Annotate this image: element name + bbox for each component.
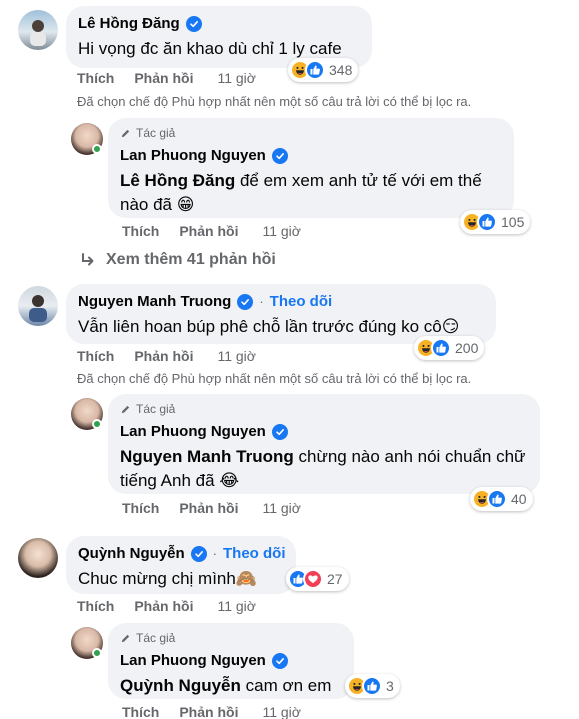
- pen-icon: [120, 633, 131, 644]
- more-replies-label: Xem thêm 41 phản hồi: [106, 251, 276, 268]
- like-icon: [431, 338, 451, 358]
- more-replies-link[interactable]: Xem thêm 41 phản hồi: [80, 251, 276, 269]
- verified-badge-icon: [190, 545, 207, 562]
- reaction-count: 27: [327, 571, 343, 587]
- reply-bubble: Tác giả Lan Phuong Nguyen Nguyen Manh Tr…: [108, 394, 540, 494]
- reaction-summary[interactable]: 200: [414, 336, 485, 360]
- reply-text-container: Nguyen Manh Truong chừng nào anh nói chu…: [120, 445, 528, 493]
- reply-bubble: Tác giả Lan Phuong Nguyen Lê Hồng Đăng đ…: [108, 118, 514, 218]
- author-tag: Tác giả: [136, 126, 176, 140]
- reply-text-container: Lê Hồng Đăng để em xem anh tử tế với em …: [120, 169, 502, 217]
- filter-note: Đã chọn chế độ Phù hợp nhất nên một số c…: [77, 371, 472, 386]
- comment-text: Chuc mừng chị mình🙈: [78, 569, 257, 588]
- avatar[interactable]: [18, 10, 58, 50]
- verified-badge-icon: [271, 423, 288, 440]
- verified-badge-icon: [237, 293, 254, 310]
- like-icon: [487, 489, 507, 509]
- verified-badge-icon: [271, 147, 288, 164]
- reply-author[interactable]: Lan Phuong Nguyen: [120, 422, 266, 441]
- like-button[interactable]: Thích: [122, 223, 159, 239]
- comment-bubble: Quỳnh Nguyễn · Theo dõi Chuc mừng chị mì…: [66, 536, 296, 594]
- mention-link[interactable]: Lê Hồng Đăng: [120, 171, 235, 190]
- reaction-summary[interactable]: 3: [345, 674, 400, 698]
- pen-icon: [120, 128, 131, 139]
- reply-actions: Thích Phản hồi 11 giờ: [122, 223, 301, 239]
- reply-text-container: Quỳnh Nguyễn cam ơn em: [120, 674, 342, 698]
- reply-button[interactable]: Phản hồi: [179, 704, 238, 719]
- like-button[interactable]: Thích: [77, 70, 114, 86]
- reply-button[interactable]: Phản hồi: [179, 223, 238, 239]
- author-tag: Tác giả: [136, 402, 176, 416]
- comment-author[interactable]: Nguyen Manh Truong: [78, 292, 231, 311]
- filter-note: Đã chọn chế độ Phù hợp nhất nên một số c…: [77, 94, 472, 109]
- comment-author[interactable]: Lê Hồng Đăng: [78, 14, 180, 33]
- reply-button[interactable]: Phản hồi: [134, 598, 193, 614]
- love-icon: [303, 569, 323, 589]
- reply-author[interactable]: Lan Phuong Nguyen: [120, 651, 266, 670]
- online-status-icon: [92, 144, 102, 154]
- reply-author[interactable]: Lan Phuong Nguyen: [120, 146, 266, 165]
- reply-actions: Thích Phản hồi 11 giờ: [122, 500, 301, 516]
- reply-arrow-icon: [80, 252, 96, 268]
- reaction-count: 105: [501, 214, 525, 230]
- comment-actions: Thích Phản hồi 11 giờ: [77, 598, 256, 614]
- verified-badge-icon: [271, 652, 288, 669]
- reply-button[interactable]: Phản hồi: [134, 70, 193, 86]
- avatar[interactable]: [18, 286, 58, 326]
- reaction-summary[interactable]: 348: [288, 58, 359, 82]
- pen-icon: [120, 404, 131, 415]
- timestamp[interactable]: 11 giờ: [262, 704, 301, 719]
- timestamp[interactable]: 11 giờ: [262, 223, 301, 239]
- reaction-count: 3: [386, 678, 394, 694]
- online-status-icon: [92, 648, 102, 658]
- avatar-photo-icon: [30, 20, 46, 46]
- avatar[interactable]: [18, 538, 58, 578]
- reply-text: cam ơn em: [240, 676, 332, 695]
- comment-actions: Thích Phản hồi 11 giờ: [77, 70, 256, 86]
- comment-author[interactable]: Quỳnh Nguyễn: [78, 544, 185, 563]
- comment-actions: Thích Phản hồi 11 giờ: [77, 348, 256, 364]
- reaction-count: 200: [455, 340, 479, 356]
- timestamp[interactable]: 11 giờ: [217, 348, 256, 364]
- verified-badge-icon: [185, 15, 202, 32]
- author-tag: Tác giả: [136, 631, 176, 645]
- reply-bubble: Tác giả Lan Phuong Nguyen Quỳnh Nguyễn c…: [108, 623, 354, 699]
- mention-link[interactable]: Nguyen Manh Truong: [120, 447, 294, 466]
- reaction-count: 348: [329, 62, 353, 78]
- mention-link[interactable]: Quỳnh Nguyễn: [120, 676, 241, 695]
- reaction-summary[interactable]: 40: [470, 487, 533, 511]
- timestamp[interactable]: 11 giờ: [217, 70, 256, 86]
- like-icon: [362, 676, 382, 696]
- follow-button[interactable]: Theo dõi: [270, 292, 333, 311]
- separator: ·: [212, 546, 218, 561]
- like-button[interactable]: Thích: [77, 598, 114, 614]
- timestamp[interactable]: 11 giờ: [262, 500, 301, 516]
- like-icon: [477, 212, 497, 232]
- reply-actions: Thích Phản hồi 11 giờ: [122, 704, 301, 719]
- like-button[interactable]: Thích: [122, 704, 159, 719]
- follow-button[interactable]: Theo dõi: [223, 544, 286, 563]
- reaction-summary[interactable]: 105: [460, 210, 531, 234]
- reaction-summary[interactable]: 27: [286, 567, 349, 591]
- online-status-icon: [92, 419, 102, 429]
- like-button[interactable]: Thích: [122, 500, 159, 516]
- like-icon: [305, 60, 325, 80]
- reply-button[interactable]: Phản hồi: [179, 500, 238, 516]
- reaction-count: 40: [511, 491, 527, 507]
- separator: ·: [259, 294, 264, 309]
- like-button[interactable]: Thích: [77, 348, 114, 364]
- avatar-photo-icon: [29, 295, 47, 322]
- reply-button[interactable]: Phản hồi: [134, 348, 193, 364]
- comment-bubble: Nguyen Manh Truong · Theo dõi Vẫn liên h…: [66, 284, 496, 344]
- timestamp[interactable]: 11 giờ: [217, 598, 256, 614]
